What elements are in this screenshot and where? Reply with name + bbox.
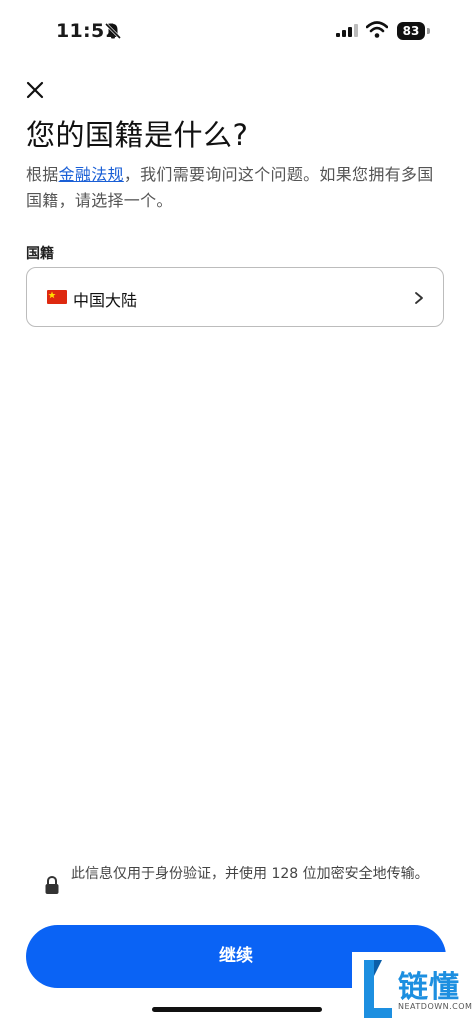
watermark-l-icon bbox=[364, 960, 392, 1018]
battery-level: 83 bbox=[397, 22, 425, 40]
nationality-select[interactable]: 中国大陆 bbox=[26, 267, 444, 327]
wifi-icon bbox=[366, 21, 388, 38]
chevron-right-icon bbox=[415, 292, 423, 304]
intro-text-before: 根据 bbox=[26, 165, 59, 184]
lock-icon bbox=[45, 875, 59, 894]
watermark-subtext: NEATDOWN.COM bbox=[398, 1002, 473, 1011]
bell-muted-icon bbox=[104, 22, 122, 40]
nationality-label: 国籍 bbox=[26, 246, 54, 262]
home-indicator bbox=[152, 1007, 322, 1012]
nationality-value: 中国大陆 bbox=[73, 291, 138, 310]
watermark-logo: 链懂 NEATDOWN.COM bbox=[352, 952, 473, 1024]
china-flag-icon bbox=[47, 290, 67, 304]
privacy-note: 此信息仅用于身份验证，并使用 128 位加密安全地传输。 bbox=[71, 866, 429, 882]
watermark-text: 链懂 bbox=[398, 970, 460, 1005]
close-icon[interactable] bbox=[22, 77, 48, 103]
financial-regulations-link[interactable]: 金融法规 bbox=[59, 165, 124, 184]
status-bar: 11:51 83 bbox=[0, 0, 473, 62]
battery-icon: 83 bbox=[397, 22, 431, 40]
signal-icon bbox=[336, 24, 358, 37]
page-title: 您的国籍是什么? bbox=[26, 118, 249, 152]
intro-text: 根据金融法规，我们需要询问这个问题。如果您拥有多国国籍，请选择一个。 bbox=[26, 162, 446, 214]
